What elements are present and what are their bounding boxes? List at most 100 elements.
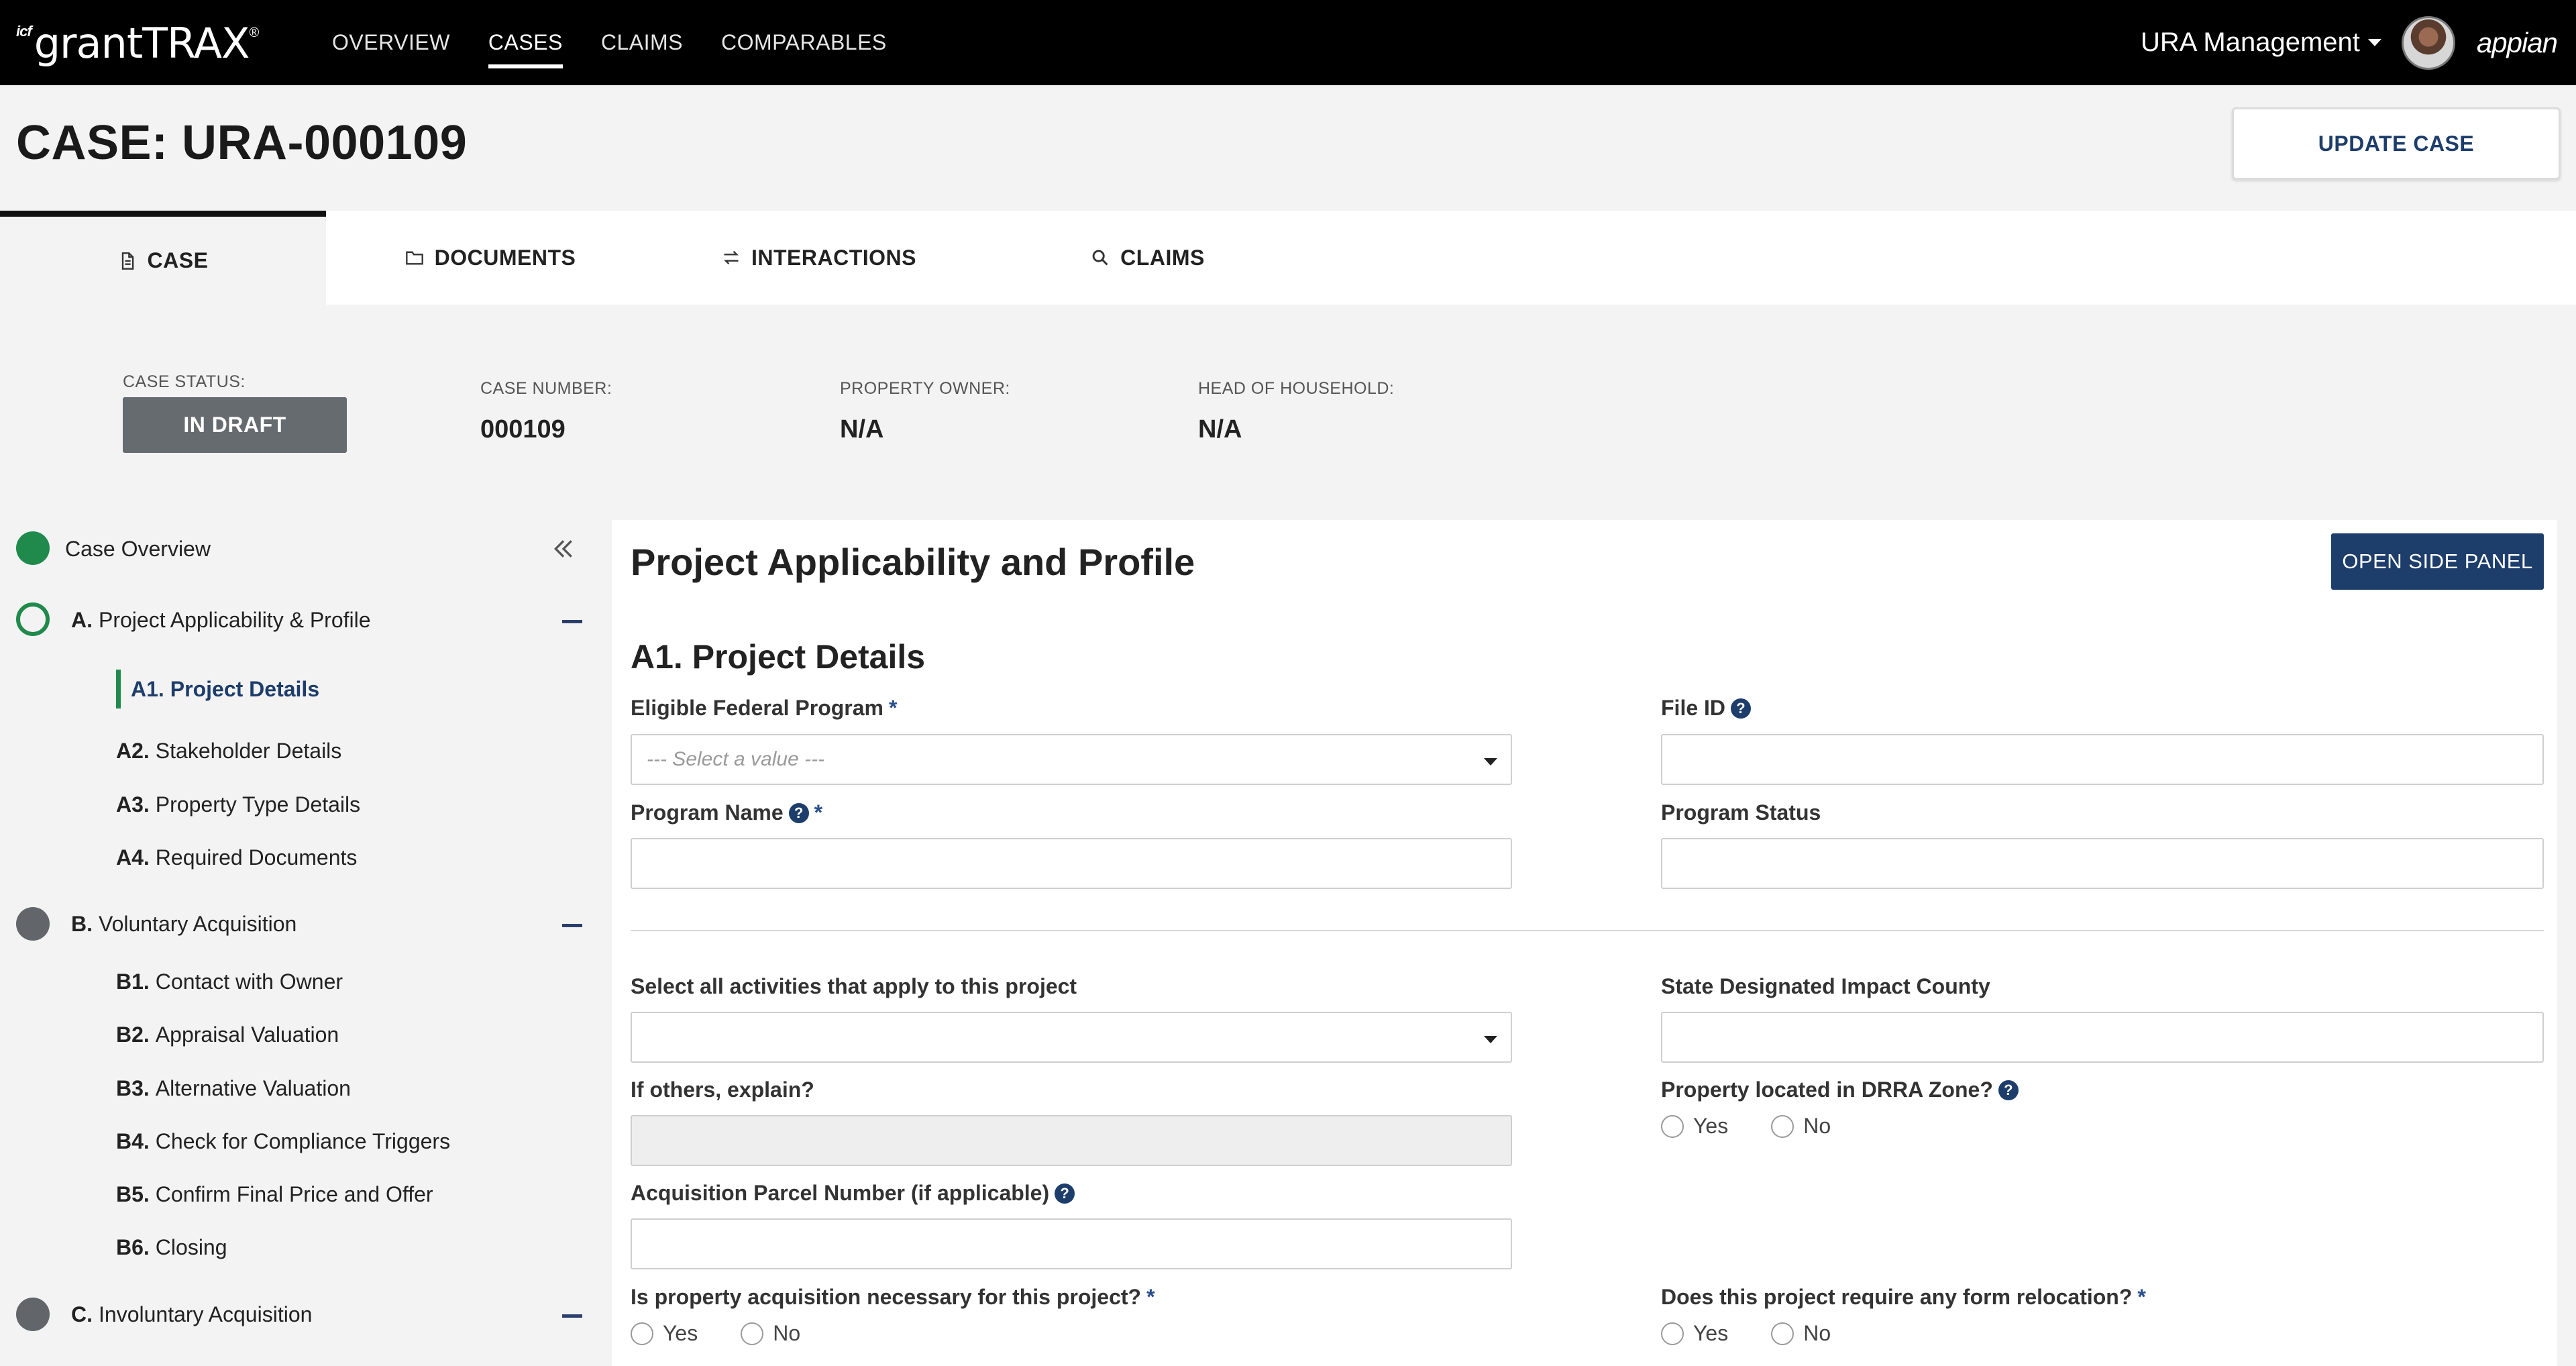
sidebar-item-label: Project Details <box>170 676 320 701</box>
nav-claims[interactable]: CLAIMS <box>601 30 683 55</box>
brand-name: grantTRAX <box>34 18 250 68</box>
status-badge: IN DRAFT <box>123 397 347 453</box>
drra-zone-yes-radio[interactable]: Yes <box>1661 1114 1728 1139</box>
section-divider <box>631 930 2544 931</box>
user-menu-dropdown[interactable]: URA Management <box>2141 28 2381 58</box>
help-icon[interactable]: ? <box>1055 1183 1075 1204</box>
acquisition-necessary-radio-group: Yes No <box>631 1321 800 1346</box>
relocation-no-radio[interactable]: No <box>1771 1321 1831 1346</box>
parcel-number-field[interactable] <box>631 1218 1512 1269</box>
head-of-household-label: HEAD OF HOUSEHOLD: <box>1198 379 1395 398</box>
select-placeholder: --- Select a value --- <box>647 748 825 770</box>
eligible-program-select[interactable]: --- Select a value --- <box>631 734 1512 785</box>
sidebar-item-b4[interactable]: B4. Check for Compliance Triggers <box>116 1128 450 1155</box>
trademark-mark: ® <box>249 25 260 40</box>
sidebar-item-label: Alternative Valuation <box>155 1075 351 1100</box>
case-number-value: 000109 <box>480 415 566 443</box>
program-status-field[interactable] <box>1661 838 2544 889</box>
sidebar-item-a3[interactable]: A3. Property Type Details <box>116 791 360 818</box>
open-side-panel-button[interactable]: OPEN SIDE PANEL <box>2331 533 2544 590</box>
collapse-section-c-icon[interactable] <box>562 1314 582 1318</box>
collapse-section-a-icon[interactable] <box>562 620 582 623</box>
sidebar-section-a[interactable]: A. Project Applicability & Profile <box>71 607 371 633</box>
collapse-double-chevron-icon[interactable] <box>550 535 577 562</box>
radio-label: No <box>773 1321 801 1345</box>
sidebar-section-label: Involuntary Acquisition <box>99 1302 313 1326</box>
others-explain-field <box>631 1115 1512 1166</box>
sidebar-item-code: A2. <box>116 738 150 763</box>
tab-case[interactable]: CASE <box>0 211 326 305</box>
activities-label: Select all activities that apply to this… <box>631 974 1077 998</box>
radio-circle-icon <box>1771 1322 1794 1345</box>
sidebar-section-code: B. <box>71 911 93 936</box>
sidebar-section-label: Project Applicability & Profile <box>99 607 371 632</box>
sidebar-item-code: A4. <box>116 845 150 870</box>
program-name-field[interactable] <box>631 838 1512 889</box>
status-in-progress-icon <box>16 602 50 636</box>
radio-circle-icon <box>741 1322 764 1345</box>
sidebar-item-a4[interactable]: A4. Required Documents <box>116 844 357 871</box>
grantrax-logo[interactable]: icf grantTRAX ® <box>16 9 259 76</box>
page-title: CASE: URA-000109 <box>16 116 468 170</box>
help-icon[interactable]: ? <box>1998 1080 2019 1100</box>
chevron-down-icon <box>2367 39 2381 46</box>
acquisition-no-radio[interactable]: No <box>741 1321 800 1346</box>
required-marker: * <box>814 800 823 825</box>
project-profile-panel: Project Applicability and Profile OPEN S… <box>612 520 2557 1366</box>
acquisition-necessary-label: Is property acquisition necessary for th… <box>631 1285 1155 1310</box>
status-pending-icon <box>16 907 50 941</box>
required-marker: * <box>2137 1285 2146 1309</box>
status-complete-icon <box>16 531 50 565</box>
relocation-required-label-text: Does this project require any form reloc… <box>1661 1285 2133 1309</box>
property-owner-label: PROPERTY OWNER: <box>840 379 1010 398</box>
nav-cases[interactable]: CASES <box>488 30 563 68</box>
sidebar-item-case-overview[interactable]: Case Overview <box>65 535 211 562</box>
sidebar-item-b3[interactable]: B3. Alternative Valuation <box>116 1075 351 1102</box>
help-icon[interactable]: ? <box>1731 698 1752 719</box>
activities-multiselect[interactable] <box>631 1012 1512 1063</box>
radio-label: No <box>1803 1321 1831 1345</box>
chevron-down-icon <box>1484 758 1497 766</box>
nav-comparables[interactable]: COMPARABLES <box>721 30 887 55</box>
sidebar-item-b6[interactable]: B6. Closing <box>116 1234 227 1261</box>
drra-zone-no-radio[interactable]: No <box>1771 1114 1831 1139</box>
sidebar-section-b[interactable]: B. Voluntary Acquisition <box>71 910 297 937</box>
sidebar-item-a1[interactable]: A1. Project Details <box>131 676 319 702</box>
nav-overview[interactable]: OVERVIEW <box>332 30 450 55</box>
user-area: URA Management appian <box>2141 0 2576 85</box>
sidebar-item-label: Contact with Owner <box>155 969 343 994</box>
acquisition-yes-radio[interactable]: Yes <box>631 1321 698 1346</box>
sidebar-section-c[interactable]: C. Involuntary Acquisition <box>71 1301 312 1328</box>
collapse-section-b-icon[interactable] <box>562 924 582 927</box>
tab-documents[interactable]: DOCUMENTS <box>326 211 655 305</box>
parcel-number-label: Acquisition Parcel Number (if applicable… <box>631 1181 1075 1206</box>
sidebar-item-b1[interactable]: B1. Contact with Owner <box>116 968 343 995</box>
relocation-yes-radio[interactable]: Yes <box>1661 1321 1728 1346</box>
sidebar-item-b5[interactable]: B5. Confirm Final Price and Offer <box>116 1181 433 1208</box>
case-sidebar: Case Overview A. Project Applicability &… <box>0 510 610 1366</box>
file-id-field[interactable] <box>1661 734 2544 785</box>
tab-interactions[interactable]: INTERACTIONS <box>655 211 983 305</box>
help-icon[interactable]: ? <box>788 802 809 823</box>
avatar[interactable] <box>2401 15 2455 70</box>
file-id-label-text: File ID <box>1661 696 1726 720</box>
relocation-required-label: Does this project require any form reloc… <box>1661 1285 2146 1310</box>
section-title: A1. Project Details <box>631 638 926 676</box>
case-status-label: CASE STATUS: <box>123 372 246 391</box>
sidebar-item-label: Required Documents <box>155 845 358 870</box>
sidebar-section-label: Voluntary Acquisition <box>99 911 297 936</box>
head-of-household-value: N/A <box>1198 415 1242 443</box>
radio-circle-icon <box>1771 1114 1794 1138</box>
sidebar-item-code: B5. <box>116 1181 150 1206</box>
drra-zone-radio-group: Yes No <box>1661 1114 1831 1139</box>
case-number-label: CASE NUMBER: <box>480 379 612 398</box>
tab-claims[interactable]: CLAIMS <box>983 211 1312 305</box>
program-name-label: Program Name ? * <box>631 800 822 825</box>
impact-county-field[interactable] <box>1661 1012 2544 1063</box>
top-navigation-bar: icf grantTRAX ® OVERVIEW CASES CLAIMS CO… <box>0 0 2576 85</box>
sidebar-item-label: Confirm Final Price and Offer <box>155 1181 433 1206</box>
sidebar-item-b2[interactable]: B2. Appraisal Valuation <box>116 1021 339 1048</box>
sidebar-item-a2[interactable]: A2. Stakeholder Details <box>116 737 341 764</box>
update-case-button[interactable]: UPDATE CASE <box>2232 107 2561 180</box>
required-marker: * <box>1146 1285 1155 1309</box>
